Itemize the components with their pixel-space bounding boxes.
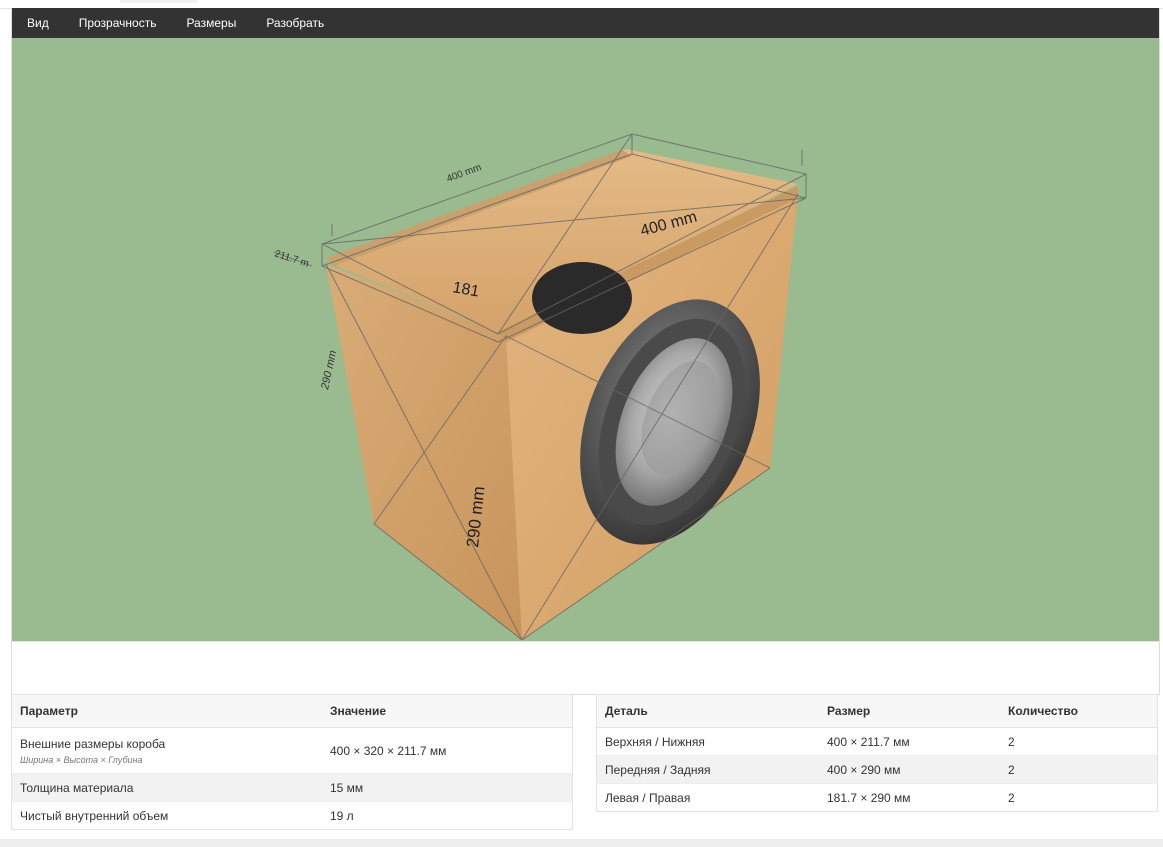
part-name: Верхняя / Нижняя <box>596 727 819 756</box>
menu-transparency[interactable]: Прозрачность <box>64 8 172 38</box>
3d-viewport[interactable]: 400 mm 400 mm 181 211.7 m 290 mm 290 mm <box>12 38 1159 641</box>
param-name: Внешние размеры короба <box>20 736 166 751</box>
box-3d-scene: 400 mm 400 mm 181 211.7 m 290 mm 290 mm <box>273 133 808 641</box>
bottom-bar <box>0 839 1163 847</box>
parts-header-qty: Количество <box>1000 694 1158 728</box>
params-header-param: Параметр <box>11 694 322 728</box>
part-size: 400 × 211.7 мм <box>819 727 1000 756</box>
part-name: Левая / Правая <box>596 783 819 812</box>
table-row: Левая / Правая 181.7 × 290 мм 2 <box>596 783 1158 812</box>
param-value: 15 мм <box>322 773 573 802</box>
dim-left-height: 290 mm <box>319 349 339 391</box>
param-value: 400 × 320 × 211.7 мм <box>322 727 573 774</box>
parts-header-size: Размер <box>819 694 1000 728</box>
parts-table: Деталь Размер Количество Верхняя / Нижня… <box>596 694 1158 812</box>
param-value: 19 л <box>322 801 573 830</box>
table-row: Чистый внутренний объем 19 л <box>11 801 573 830</box>
tab-fragment <box>120 0 198 3</box>
separator <box>12 641 1159 642</box>
table-row: Передняя / Задняя 400 × 290 мм 2 <box>596 755 1158 784</box>
menu-disassemble[interactable]: Разобрать <box>251 8 339 38</box>
part-qty: 2 <box>1000 727 1158 756</box>
params-header-value: Значение <box>322 694 573 728</box>
table-row: Верхняя / Нижняя 400 × 211.7 мм 2 <box>596 727 1158 756</box>
part-size: 400 × 290 мм <box>819 755 1000 784</box>
parts-header-part: Деталь <box>596 694 819 728</box>
table-row: Толщина материала 15 мм <box>11 773 573 802</box>
param-name: Чистый внутренний объем <box>11 801 322 830</box>
params-table: Параметр Значение Внешние размеры короба… <box>11 694 573 830</box>
part-name: Передняя / Задняя <box>596 755 819 784</box>
table-row: Внешние размеры короба Ширина × Высота ×… <box>11 727 573 774</box>
menu-view[interactable]: Вид <box>12 8 64 38</box>
dim-top-width: 400 mm <box>445 162 483 185</box>
menu-sizes[interactable]: Размеры <box>171 8 251 38</box>
param-subtitle: Ширина × Высота × Глубина <box>20 754 143 765</box>
part-qty: 2 <box>1000 755 1158 784</box>
menubar: Вид Прозрачность Размеры Разобрать <box>12 8 1159 38</box>
part-qty: 2 <box>1000 783 1158 812</box>
part-size: 181.7 × 290 мм <box>819 783 1000 812</box>
rear-speaker-hole <box>532 262 632 334</box>
app-panel: Вид Прозрачность Размеры Разобрать 400 m… <box>11 8 1160 695</box>
param-name: Толщина материала <box>11 773 322 802</box>
dim-side-depth: 211.7 m <box>273 248 310 269</box>
